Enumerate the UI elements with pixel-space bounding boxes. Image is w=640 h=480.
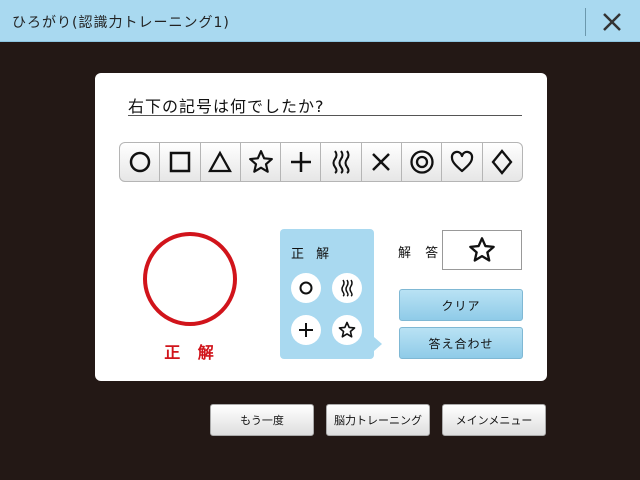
quiz-panel: 右下の記号は何でしたか? 正 解 正 解 解 答 クリア 答え合わせ (95, 73, 547, 381)
brain-training-button[interactable]: 脳力トレーニング (326, 404, 430, 436)
main-menu-button[interactable]: メインメニュー (442, 404, 546, 436)
plus-icon (299, 323, 313, 337)
symbol-triangle-button[interactable] (200, 142, 241, 182)
check-answer-button[interactable]: 答え合わせ (399, 327, 523, 359)
result-label: 正 解 (164, 343, 220, 362)
answer-box (442, 230, 522, 270)
star-icon (338, 321, 356, 338)
star-icon (248, 150, 273, 173)
circle-icon (299, 281, 313, 295)
title-bar: ひろがり(認識力トレーニング1) (0, 0, 640, 42)
correct-answer-label: 正 解 (291, 247, 334, 262)
window-title: ひろがり(認識力トレーニング1) (12, 15, 230, 31)
bubble-tail (374, 337, 382, 351)
triangle-icon (208, 150, 233, 173)
square-icon (169, 151, 191, 173)
answer-label: 解 答 (398, 246, 444, 261)
close-button[interactable] (598, 8, 626, 36)
correct-item-2 (332, 273, 362, 303)
wavy-lines-icon (341, 279, 353, 297)
symbol-star-button[interactable] (240, 142, 282, 182)
clear-button[interactable]: クリア (399, 289, 523, 321)
correct-answer-panel: 正 解 (280, 229, 382, 359)
correct-item-4 (332, 315, 362, 345)
double-circle-icon (410, 150, 434, 174)
plus-icon (290, 152, 311, 172)
symbol-diamond-button[interactable] (482, 142, 523, 182)
symbol-wavy-button[interactable] (321, 142, 362, 182)
cross-icon (372, 153, 391, 171)
symbol-selector (119, 142, 523, 182)
title-separator (585, 8, 586, 36)
symbol-double-circle-button[interactable] (402, 142, 443, 182)
close-icon (603, 13, 621, 31)
symbol-heart-button[interactable] (442, 142, 483, 182)
symbol-square-button[interactable] (160, 142, 201, 182)
diamond-icon (491, 149, 513, 175)
heart-icon (450, 150, 474, 173)
correct-item-3 (291, 315, 321, 345)
question-text: 右下の記号は何でしたか? (128, 97, 325, 116)
wavy-lines-icon (332, 150, 350, 174)
symbol-circle-button[interactable] (119, 142, 161, 182)
retry-button[interactable]: もう一度 (210, 404, 314, 436)
symbol-plus-button[interactable] (281, 142, 322, 182)
symbol-cross-button[interactable] (361, 142, 403, 182)
circle-icon (129, 151, 150, 173)
red-circle-icon (143, 232, 237, 326)
correct-item-1 (291, 273, 321, 303)
star-icon (469, 237, 495, 262)
question-line: 右下の記号は何でしたか? (128, 93, 522, 116)
